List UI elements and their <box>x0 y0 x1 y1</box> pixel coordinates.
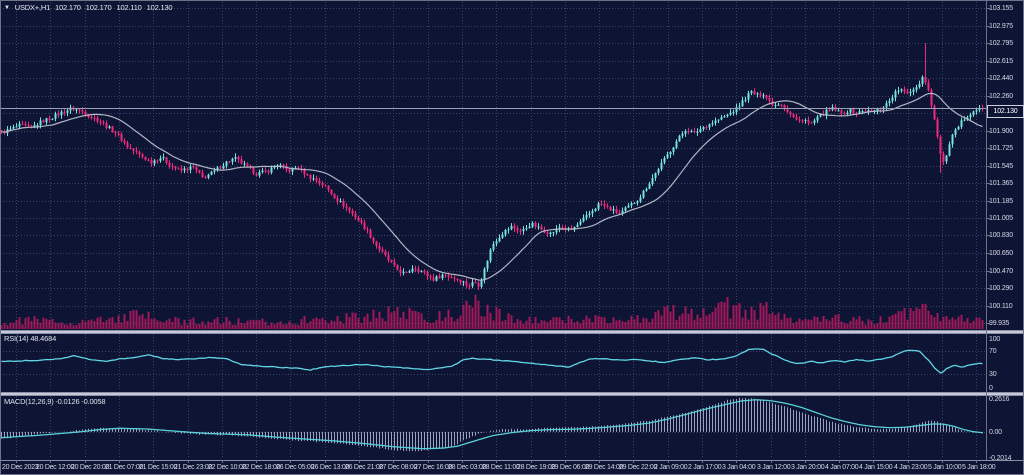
current-price-badge: 102.130 <box>987 105 1024 118</box>
time-axis[interactable] <box>0 460 1024 475</box>
ohlc-low: 102.110 <box>116 3 141 12</box>
rsi-panel-area[interactable] <box>0 334 986 392</box>
main-chart-area[interactable] <box>0 0 986 330</box>
macd-panel-area[interactable] <box>0 396 986 460</box>
symbol-period-label: USDX+,H1 <box>15 3 50 12</box>
chart-title: ▼ USDX+,H1 102.170 102.170 102.110 102.1… <box>4 3 172 12</box>
trading-chart-window: 103.155102.975102.795102.615102.440102.2… <box>0 0 1024 475</box>
macd-indicator-label: MACD(12,26,9) -0.0126 -0.0058 <box>4 397 105 406</box>
ohlc-close: 102.130 <box>147 3 173 12</box>
panel-separator-handle[interactable] <box>0 330 1024 334</box>
rsi-indicator-label: RSI(14) 48.4684 <box>4 334 56 343</box>
panel-separator-handle[interactable] <box>0 392 1024 396</box>
price-axis[interactable] <box>986 0 1024 460</box>
ohlc-open: 102.170 <box>55 3 81 12</box>
symbol-menu-icon[interactable]: ▼ <box>4 5 10 11</box>
ohlc-high: 102.170 <box>86 3 112 12</box>
